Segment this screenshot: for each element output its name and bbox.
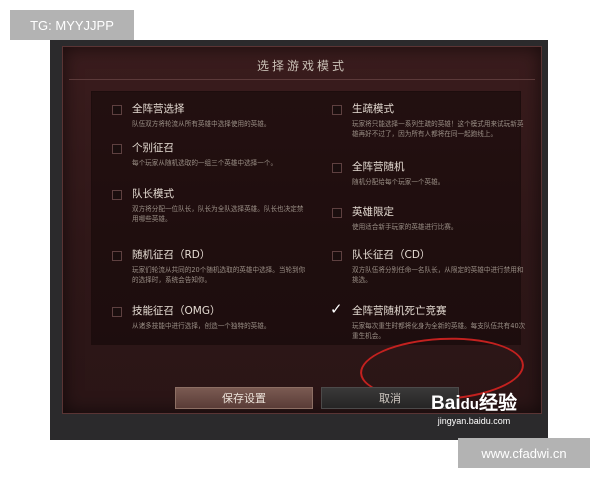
mode-name: 全阵营随机死亡竞赛: [352, 305, 447, 317]
title-divider: [69, 79, 535, 80]
checkbox[interactable]: [332, 208, 342, 218]
checkbox[interactable]: [332, 251, 342, 261]
baidu-brand-right: 经验: [478, 393, 517, 414]
mode-description: 双方将分配一位队长，队长为全队选择英雄。队长也决定禁用哪些英雄。: [132, 205, 304, 223]
checkbox[interactable]: [112, 307, 122, 317]
save-settings-button[interactable]: 保存设置: [175, 387, 313, 409]
game-screen: 选择游戏模式 全阵营选择 队伍双方将轮流从所有英雄中选择使用的英雄。 个别征召 …: [50, 40, 548, 440]
mode-name: 个别征召: [132, 142, 174, 154]
mode-name: 技能征召（OMG）: [132, 305, 221, 317]
mode-name: 队长模式: [132, 188, 174, 200]
checkbox[interactable]: [112, 190, 122, 200]
baidu-logo: Baidu经验: [414, 388, 534, 415]
mode-name: 英雄限定: [352, 206, 394, 218]
checkmark-icon[interactable]: ✓: [330, 300, 343, 318]
baidu-jingyan-watermark: Baidu经验 jingyan.baidu.com: [414, 388, 534, 432]
checkbox[interactable]: [112, 105, 122, 115]
mode-name: 队长征召（CD）: [352, 249, 431, 261]
watermark-tag-top: TG: MYYJJPP: [10, 10, 134, 40]
dialog-title: 选择游戏模式: [256, 59, 347, 73]
mode-name: 随机征召（RD）: [132, 249, 211, 261]
mode-description: 玩家将只能选择一系列生疏的英雄！这个模式用来试玩新英雄再好不过了，因为所有人都将…: [352, 120, 524, 138]
options-panel: 全阵营选择 队伍双方将轮流从所有英雄中选择使用的英雄。 个别征召 每个玩家从随机…: [91, 91, 526, 405]
baidu-brand-left: Bai: [431, 393, 461, 414]
checkbox[interactable]: [112, 251, 122, 261]
mode-description: 随机分配给每个玩家一个英雄。: [352, 178, 445, 186]
mode-description: 玩家们轮流从共同的20个随机选取的英雄中选择。当轮到你的选择时，系统会告知你。: [132, 266, 306, 284]
checkbox[interactable]: [332, 163, 342, 173]
mode-description: 队伍双方将轮流从所有英雄中选择使用的英雄。: [132, 120, 271, 128]
baidu-paw-icon: du: [460, 396, 479, 413]
mode-name: 全阵营选择: [132, 103, 185, 115]
mode-description: 双方队伍将分别任命一名队长，从限定的英雄中进行禁用和挑选。: [352, 266, 524, 284]
mode-name: 全阵营随机: [352, 161, 405, 173]
mode-description: 每个玩家从随机选取的一组三个英雄中选择一个。: [132, 159, 278, 167]
game-mode-dialog: 选择游戏模式 全阵营选择 队伍双方将轮流从所有英雄中选择使用的英雄。 个别征召 …: [62, 46, 542, 414]
mode-name: 生疏模式: [352, 103, 394, 115]
mode-description: 从诸多技能中进行选择，创造一个独特的英雄。: [132, 322, 271, 330]
checkbox[interactable]: [332, 105, 342, 115]
mode-description: 使用适合新手玩家的英雄进行比赛。: [352, 223, 458, 231]
checkbox[interactable]: [112, 144, 122, 154]
watermark-tag-bottom: www.cfadwi.cn: [458, 438, 590, 468]
baidu-url: jingyan.baidu.com: [437, 416, 511, 426]
